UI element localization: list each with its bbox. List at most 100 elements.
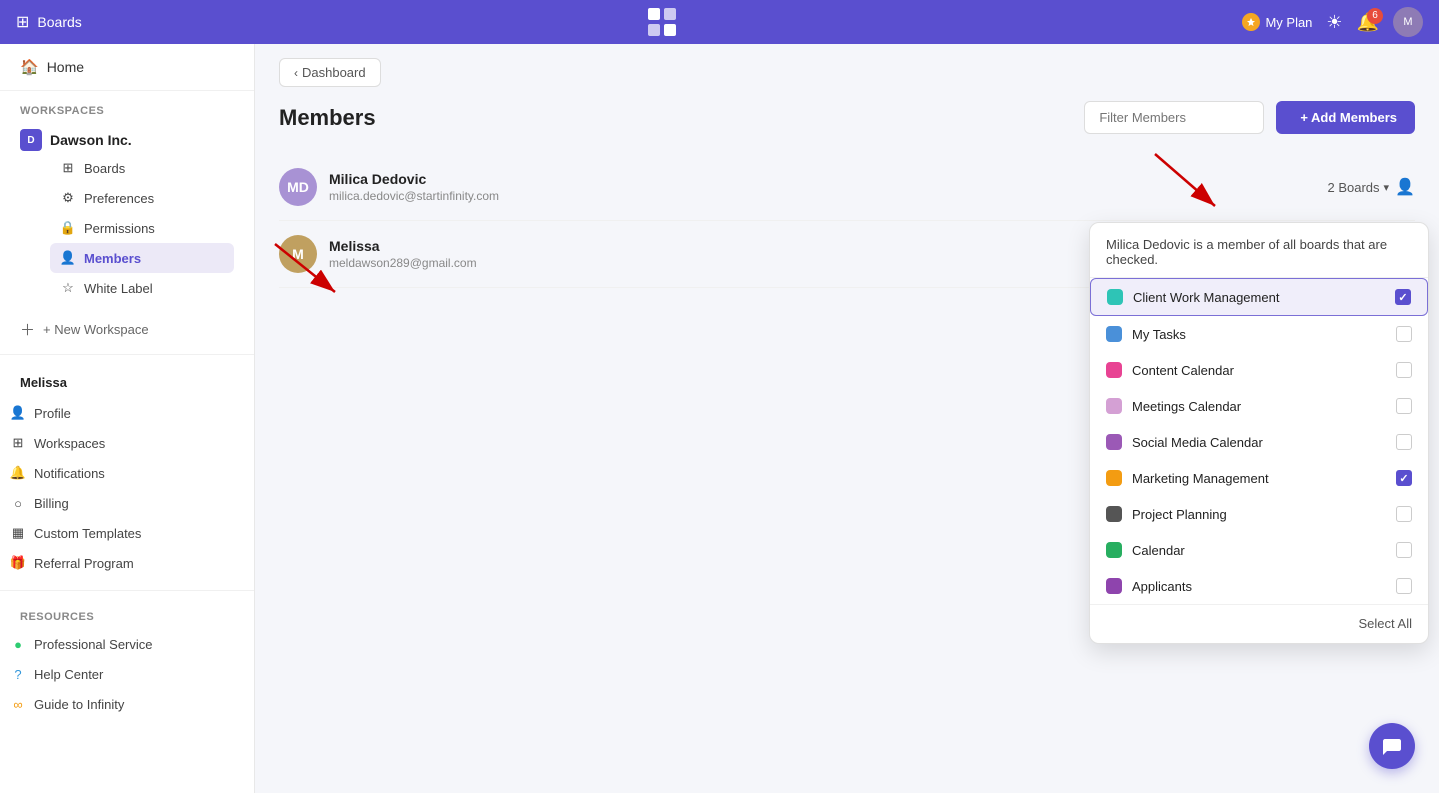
- popup-board-item-applicants[interactable]: Applicants: [1090, 568, 1428, 604]
- board-checkbox-marketing[interactable]: [1396, 470, 1412, 486]
- sidebar-item-workspaces[interactable]: ⊞ Workspaces: [0, 428, 254, 458]
- plan-text: My Plan: [1265, 15, 1312, 30]
- workspaces-icon: ⊞: [10, 435, 26, 451]
- sidebar-item-guide[interactable]: ∞ Guide to Infinity: [0, 689, 254, 719]
- popup-board-item-marketing[interactable]: Marketing Management: [1090, 460, 1428, 496]
- select-all-link[interactable]: Select All: [1359, 616, 1412, 631]
- board-checkbox-social[interactable]: [1396, 434, 1412, 450]
- sidebar-item-referral-label: Referral Program: [34, 556, 134, 571]
- board-name-social: Social Media Calendar: [1132, 435, 1263, 450]
- filter-members-input[interactable]: [1084, 101, 1264, 134]
- popup-board-item-calendar[interactable]: Calendar: [1090, 532, 1428, 568]
- board-checkbox-content[interactable]: [1396, 362, 1412, 378]
- avatar-initials: M: [1403, 16, 1412, 28]
- notification-count: 6: [1367, 8, 1383, 24]
- board-checkbox-applicants[interactable]: [1396, 578, 1412, 594]
- member-details-melissa: Melissa meldawson289@gmail.com: [329, 238, 477, 270]
- popup-board-left-meetings: Meetings Calendar: [1106, 398, 1241, 414]
- home-icon: 🏠: [20, 58, 39, 76]
- member-name-melissa: Melissa: [329, 238, 477, 254]
- sidebar-item-permissions[interactable]: 🔒 Permissions: [50, 213, 234, 243]
- help-icon: ?: [10, 666, 26, 682]
- main-layout: 🏠 Home Workspaces D Dawson Inc. ⊞ Boards…: [0, 44, 1439, 793]
- workspace-entry: D Dawson Inc. ⊞ Boards ⚙ Preferences 🔒 P…: [0, 123, 254, 309]
- chat-fab[interactable]: [1369, 723, 1415, 769]
- popup-board-item-meetings[interactable]: Meetings Calendar: [1090, 388, 1428, 424]
- new-workspace-button[interactable]: ＋ + New Workspace: [0, 309, 254, 350]
- theme-toggle[interactable]: ☀: [1326, 12, 1342, 33]
- preferences-icon: ⚙: [60, 190, 76, 206]
- popup-board-left-applicants: Applicants: [1106, 578, 1192, 594]
- member-name-milica: Milica Dedovic: [329, 171, 499, 187]
- board-color-content: [1106, 362, 1122, 378]
- popup-board-left-cwm: Client Work Management: [1107, 289, 1279, 305]
- boards-popup: Milica Dedovic is a member of all boards…: [1089, 222, 1429, 644]
- popup-board-item-project[interactable]: Project Planning: [1090, 496, 1428, 532]
- sidebar-item-notifications[interactable]: 🔔 Notifications: [0, 458, 254, 488]
- board-name-meetings: Meetings Calendar: [1132, 399, 1241, 414]
- user-avatar[interactable]: M: [1393, 7, 1423, 37]
- board-color-calendar: [1106, 542, 1122, 558]
- board-name-mytasks: My Tasks: [1132, 327, 1186, 342]
- sidebar-item-custom-templates[interactable]: ▦ Custom Templates: [0, 518, 254, 548]
- sidebar-item-guide-label: Guide to Infinity: [34, 697, 124, 712]
- sidebar-item-whitelabel[interactable]: ☆ White Label: [50, 273, 234, 303]
- workspace-name: Dawson Inc.: [50, 132, 132, 148]
- guide-icon: ∞: [10, 696, 26, 712]
- workspace-header[interactable]: D Dawson Inc.: [20, 129, 234, 151]
- popup-board-left-project: Project Planning: [1106, 506, 1227, 522]
- sidebar-item-profile[interactable]: 👤 Profile: [0, 398, 254, 428]
- board-checkbox-mytasks[interactable]: [1396, 326, 1412, 342]
- plan-label[interactable]: My Plan: [1242, 13, 1312, 31]
- sidebar-home[interactable]: 🏠 Home: [0, 44, 254, 91]
- popup-board-left-social: Social Media Calendar: [1106, 434, 1263, 450]
- board-checkbox-calendar[interactable]: [1396, 542, 1412, 558]
- member-row-milica: MD Milica Dedovic milica.dedovic@startin…: [279, 154, 1415, 221]
- popup-board-left-mytasks: My Tasks: [1106, 326, 1186, 342]
- board-color-cwm: [1107, 289, 1123, 305]
- sidebar-item-professional-label: Professional Service: [34, 637, 153, 652]
- boards-count-milica[interactable]: 2 Boards ▾: [1328, 180, 1390, 195]
- members-icon: 👤: [60, 250, 76, 266]
- popup-board-left-calendar: Calendar: [1106, 542, 1185, 558]
- sidebar-item-professional[interactable]: ● Professional Service: [0, 629, 254, 659]
- popup-board-list: Client Work Management My Tasks Content Ca…: [1090, 278, 1428, 604]
- workspace-icon: D: [20, 129, 42, 151]
- sidebar-item-boards[interactable]: ⊞ Boards: [50, 153, 234, 183]
- board-checkbox-meetings[interactable]: [1396, 398, 1412, 414]
- app-logo: [644, 4, 680, 40]
- sidebar-item-preferences[interactable]: ⚙ Preferences: [50, 183, 234, 213]
- board-checkbox-cwm[interactable]: [1395, 289, 1411, 305]
- members-actions: + Add Members: [1084, 101, 1415, 134]
- sidebar-item-permissions-label: Permissions: [84, 221, 155, 236]
- popup-board-item-social[interactable]: Social Media Calendar: [1090, 424, 1428, 460]
- sidebar-item-members[interactable]: 👤 Members: [50, 243, 234, 273]
- sidebar-item-help[interactable]: ? Help Center: [0, 659, 254, 689]
- sidebar-item-referral[interactable]: 🎁 Referral Program: [0, 548, 254, 578]
- popup-board-item-content[interactable]: Content Calendar: [1090, 352, 1428, 388]
- popup-board-item-mytasks[interactable]: My Tasks: [1090, 316, 1428, 352]
- remove-member-milica[interactable]: 👤: [1395, 177, 1415, 197]
- boards-count-label: 2 Boards: [1328, 180, 1380, 195]
- sidebar-item-boards-label: Boards: [84, 161, 125, 176]
- sidebar-item-members-label: Members: [84, 251, 141, 266]
- topnav-boards-label: Boards: [37, 14, 81, 30]
- professional-icon: ●: [10, 636, 26, 652]
- board-name-applicants: Applicants: [1132, 579, 1192, 594]
- dashboard-breadcrumb[interactable]: ‹ Dashboard: [279, 58, 381, 87]
- board-checkbox-project[interactable]: [1396, 506, 1412, 522]
- resources-title: Resources: [0, 599, 254, 629]
- notifications-nav-icon: 🔔: [10, 465, 26, 481]
- add-members-label: + Add Members: [1300, 110, 1397, 125]
- user-section-name: Melissa: [0, 367, 254, 398]
- notifications-button[interactable]: 🔔 6: [1357, 12, 1379, 33]
- board-color-social: [1106, 434, 1122, 450]
- board-color-applicants: [1106, 578, 1122, 594]
- members-title: Members: [279, 105, 376, 131]
- sidebar-item-custom-templates-label: Custom Templates: [34, 526, 141, 541]
- sidebar-item-billing[interactable]: ○ Billing: [0, 488, 254, 518]
- topnav: ⊞ Boards My Plan ☀ 🔔 6 M: [0, 0, 1439, 44]
- add-members-button[interactable]: + Add Members: [1276, 101, 1415, 134]
- popup-board-item-cwm[interactable]: Client Work Management: [1090, 278, 1428, 316]
- board-name-marketing: Marketing Management: [1132, 471, 1269, 486]
